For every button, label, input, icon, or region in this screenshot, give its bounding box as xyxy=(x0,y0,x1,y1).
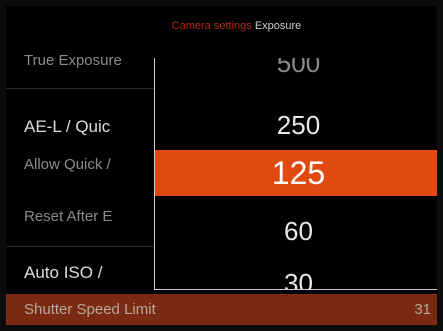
menu-item-label: Allow Quick / xyxy=(24,156,111,173)
picker-option[interactable]: 30 xyxy=(155,260,437,289)
camera-menu-screen: Camera settings Exposure True Exposure ▸… xyxy=(6,6,437,325)
picker-option[interactable]: 250 xyxy=(155,102,437,148)
breadcrumb-current: Exposure xyxy=(254,20,302,32)
breadcrumb-parent[interactable]: Camera settings xyxy=(172,20,252,32)
menu-item-value: 31 xyxy=(414,301,431,318)
menu-item-shutter-speed-limit[interactable]: Shutter Speed Limit 31 xyxy=(6,294,437,325)
picker-option[interactable]: 500 xyxy=(155,58,437,86)
menu-item-label: Reset After E xyxy=(24,208,113,225)
breadcrumb: Camera settings Exposure xyxy=(6,6,437,46)
menu-item-label: Auto ISO / xyxy=(24,263,103,282)
menu-item-label: True Exposure xyxy=(24,52,122,69)
menu-item-label: AE-L / Quic xyxy=(24,117,111,136)
picker-option[interactable]: 60 xyxy=(155,208,437,254)
menu-item-label: Shutter Speed Limit xyxy=(24,301,156,318)
shutter-speed-picker[interactable]: 500 250 125 60 30 xyxy=(154,58,437,290)
picker-option-selected[interactable]: 125 xyxy=(155,150,437,196)
